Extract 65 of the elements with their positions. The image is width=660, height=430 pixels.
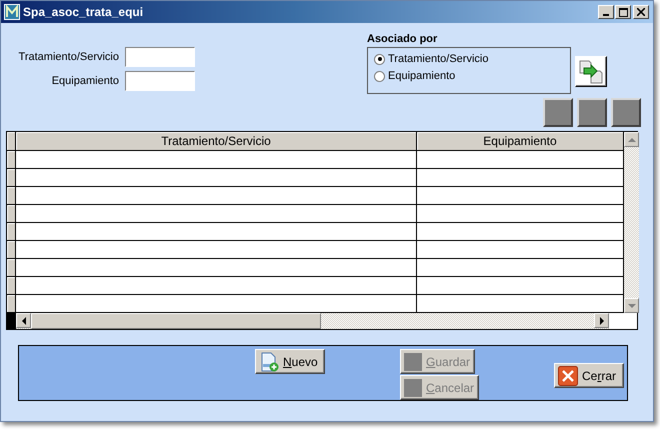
- toolbar-button[interactable]: [577, 98, 607, 127]
- scroll-right-button[interactable]: [594, 313, 609, 328]
- table-cell[interactable]: [417, 277, 624, 295]
- swap-documents-icon: [578, 58, 604, 84]
- blank-icon: [404, 352, 422, 370]
- minimize-button[interactable]: [598, 5, 614, 19]
- column-header[interactable]: Equipamiento: [417, 132, 624, 151]
- close-icon: [558, 366, 578, 386]
- row-selector[interactable]: [7, 241, 16, 259]
- table-cell[interactable]: [16, 241, 417, 259]
- table-cell[interactable]: [417, 223, 624, 241]
- table-cell[interactable]: [417, 151, 624, 169]
- vertical-scrollbar[interactable]: [624, 132, 639, 313]
- field-label: Equipamiento: [50, 75, 119, 87]
- row-selector[interactable]: [7, 277, 16, 295]
- field-label: Tratamiento/Servicio: [18, 51, 119, 63]
- scroll-down-button[interactable]: [624, 298, 639, 313]
- table-cell[interactable]: [16, 187, 417, 205]
- table-cell[interactable]: [16, 259, 417, 277]
- table-cell[interactable]: [16, 223, 417, 241]
- table-cell[interactable]: [417, 169, 624, 187]
- table-cell[interactable]: [16, 277, 417, 295]
- radio-button[interactable]: [374, 70, 385, 82]
- input-field[interactable]: [125, 71, 195, 91]
- close-icon: [637, 8, 645, 16]
- column-header[interactable]: Tratamiento/Servicio: [16, 132, 417, 151]
- table-cell[interactable]: [16, 151, 417, 169]
- down-triangle-icon: [628, 304, 636, 308]
- input-field[interactable]: [125, 47, 195, 67]
- scroll-thumb[interactable]: [31, 313, 321, 329]
- table-cell[interactable]: [16, 169, 417, 187]
- scroll-left-button[interactable]: [16, 313, 31, 328]
- radio-button[interactable]: [374, 54, 385, 64]
- window-title: Spa_asoc_trata_equi: [23, 5, 144, 19]
- table-cell[interactable]: [417, 205, 624, 223]
- right-triangle-icon: [600, 316, 604, 324]
- row-selector[interactable]: [7, 151, 16, 169]
- row-selector[interactable]: [7, 205, 16, 223]
- row-selector[interactable]: [7, 295, 16, 313]
- maximize-button[interactable]: [615, 5, 631, 19]
- new-button[interactable]: Nuevo: [255, 349, 325, 374]
- table-cell[interactable]: [16, 205, 417, 223]
- swap-button[interactable]: [575, 56, 607, 87]
- app-logo-icon: [4, 4, 20, 20]
- scroll-up-button[interactable]: [624, 132, 639, 147]
- row-selector[interactable]: [7, 169, 16, 187]
- table-cell[interactable]: [417, 187, 624, 205]
- option-label: Equipamiento: [388, 70, 456, 82]
- row-selector[interactable]: [7, 259, 16, 277]
- table-cell[interactable]: [417, 259, 624, 277]
- left-triangle-icon: [22, 316, 26, 324]
- table-cell[interactable]: [417, 241, 624, 259]
- toolbar-button[interactable]: [543, 98, 573, 127]
- group-title: Asociado por: [367, 33, 438, 45]
- row-selector[interactable]: [7, 187, 16, 205]
- row-selector[interactable]: [7, 223, 16, 241]
- toolbar-button[interactable]: [611, 98, 641, 127]
- close-button[interactable]: Cerrar: [554, 363, 624, 388]
- blank-icon: [404, 378, 422, 396]
- new-document-icon: [259, 352, 279, 372]
- maximize-icon: [618, 8, 628, 16]
- close-button[interactable]: [633, 5, 649, 19]
- horizontal-scrollbar[interactable]: [16, 313, 624, 329]
- up-triangle-icon: [628, 138, 636, 142]
- option-label: Tratamiento/Servicio: [388, 53, 488, 65]
